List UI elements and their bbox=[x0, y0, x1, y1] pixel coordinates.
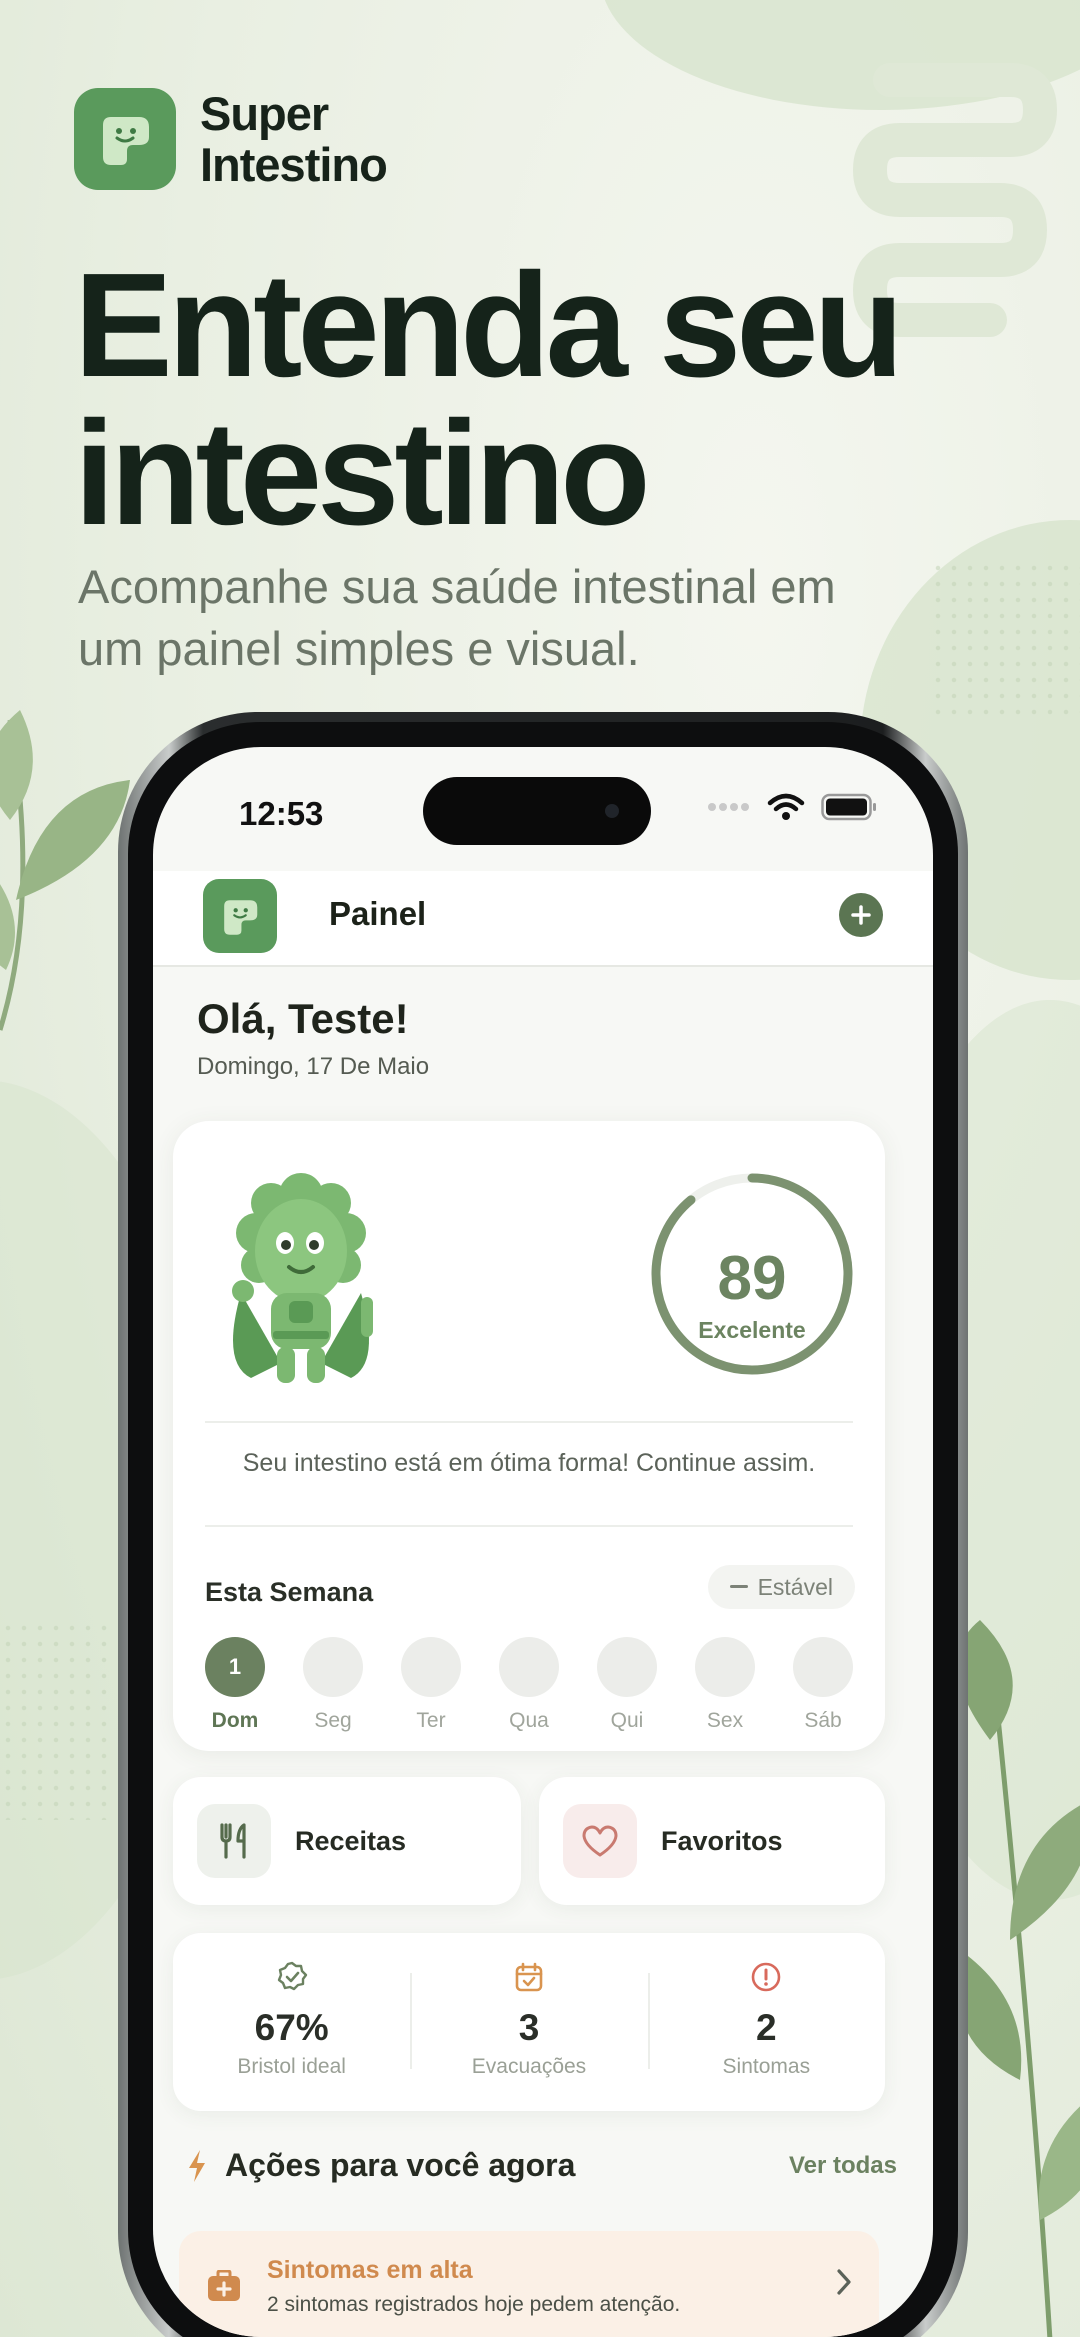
brand-name: Super Intestino bbox=[200, 87, 388, 191]
day-label: Seg bbox=[314, 1709, 352, 1732]
divider bbox=[205, 1421, 853, 1423]
stats-card: 67% Bristol ideal 3 Evacuações 2 Sintoma… bbox=[173, 1933, 885, 2111]
hero-title-line1: Entenda seu bbox=[74, 243, 904, 408]
score-value: 89 bbox=[717, 1244, 787, 1313]
alert-circle-icon bbox=[648, 1961, 885, 1995]
brand-name-line1: Super bbox=[200, 87, 329, 140]
stat-value: 67% bbox=[254, 2007, 329, 2048]
day-dot bbox=[597, 1637, 657, 1697]
day-dot bbox=[695, 1637, 755, 1697]
day-label: Qua bbox=[509, 1709, 549, 1732]
status-time: 12:53 bbox=[239, 795, 324, 832]
plus-circle-icon[interactable] bbox=[839, 893, 883, 937]
day-dot bbox=[793, 1637, 853, 1697]
score-card: 89 Excelente Seu intestino está em ótima… bbox=[173, 1121, 885, 1751]
leaf-decoration-icon bbox=[956, 1620, 1080, 2337]
header-title: Painel bbox=[329, 895, 427, 932]
day-item[interactable]: Sáb bbox=[793, 1637, 853, 1733]
fork-knife-icon bbox=[197, 1804, 271, 1878]
day-dot bbox=[499, 1637, 559, 1697]
greeting-title: Olá, Teste! bbox=[197, 995, 409, 1042]
actions-header: Ações para você agora Ver todas bbox=[187, 2147, 897, 2184]
battery-icon bbox=[821, 793, 876, 821]
stat-label: Bristol ideal bbox=[237, 2055, 346, 2078]
actions-title: Ações para você agora bbox=[225, 2147, 576, 2183]
signal-dots-icon bbox=[708, 803, 749, 811]
app-logo-icon bbox=[74, 88, 176, 190]
phone-screen: 12:53 Painel Olá, Teste! Domingo, 17 De … bbox=[153, 747, 933, 2337]
brand: Super Intestino bbox=[74, 87, 388, 191]
favorites-button[interactable]: Favoritos bbox=[539, 1777, 885, 1905]
day-item[interactable]: Qui bbox=[597, 1637, 657, 1733]
header-logo-icon[interactable] bbox=[203, 879, 277, 953]
divider bbox=[205, 1525, 853, 1527]
stat-evacuations[interactable]: 3 Evacuações bbox=[410, 1933, 647, 2111]
greeting-date: Domingo, 17 De Maio bbox=[197, 1053, 430, 1080]
hero-title-line2: intestino bbox=[74, 391, 651, 556]
dot-pattern bbox=[0, 1620, 110, 1820]
recipes-button[interactable]: Receitas bbox=[173, 1777, 521, 1905]
score-label: Excelente bbox=[698, 1317, 806, 1343]
first-aid-kit-icon bbox=[208, 2270, 240, 2301]
day-label: Ter bbox=[416, 1709, 446, 1732]
see-all-link[interactable]: Ver todas bbox=[789, 2152, 897, 2180]
score-message: Seu intestino está em ótima forma! Conti… bbox=[242, 1449, 816, 1477]
hero-subtitle: Acompanhe sua saúde intestinal em um pai… bbox=[78, 560, 836, 675]
trend-badge: Estável bbox=[707, 1565, 855, 1609]
phone-bezel: 12:53 Painel Olá, Teste! Domingo, 17 De … bbox=[128, 722, 958, 2337]
favorites-label: Favoritos bbox=[661, 1825, 783, 1856]
day-item[interactable]: 1 Dom bbox=[205, 1637, 265, 1733]
heart-icon bbox=[563, 1804, 637, 1878]
day-label: Sáb bbox=[804, 1709, 842, 1732]
stat-bristol[interactable]: 67% Bristol ideal bbox=[173, 1933, 410, 2111]
action-text: Sintomas em alta 2 sintomas registrados … bbox=[267, 2256, 680, 2317]
trend-label: Estável bbox=[757, 1573, 833, 1600]
day-item[interactable]: Seg bbox=[303, 1637, 363, 1733]
recipes-label: Receitas bbox=[295, 1825, 407, 1856]
hero-title: Entenda seu intestino bbox=[74, 243, 904, 556]
day-label: Dom bbox=[211, 1709, 259, 1732]
stat-label: Sintomas bbox=[722, 2055, 811, 2078]
minus-icon bbox=[729, 1585, 748, 1588]
chevron-right-icon bbox=[837, 2269, 851, 2295]
day-item[interactable]: Sex bbox=[695, 1637, 755, 1733]
lightning-icon bbox=[189, 2149, 205, 2182]
day-item[interactable]: Qua bbox=[499, 1637, 559, 1733]
mascot-illustration bbox=[232, 1173, 373, 1383]
day-dot bbox=[401, 1637, 461, 1697]
day-label: Qui bbox=[610, 1709, 644, 1732]
action-item[interactable]: Sintomas em alta 2 sintomas registrados … bbox=[179, 2231, 879, 2337]
stat-value: 3 bbox=[518, 2007, 540, 2048]
calendar-check-icon bbox=[410, 1961, 647, 1995]
action-description: 2 sintomas registrados hoje pedem atençã… bbox=[267, 2292, 681, 2316]
dynamic-island bbox=[423, 777, 651, 845]
check-badge-icon bbox=[173, 1961, 410, 1995]
dot-pattern bbox=[930, 560, 1080, 720]
day-label: Sex bbox=[706, 1709, 744, 1732]
day-dot: 1 bbox=[205, 1637, 265, 1697]
day-item[interactable]: Ter bbox=[401, 1637, 461, 1733]
stat-label: Evacuações bbox=[471, 2055, 587, 2078]
wifi-icon bbox=[767, 793, 805, 820]
stat-value: 2 bbox=[756, 2007, 777, 2048]
week-title: Esta Semana bbox=[205, 1577, 374, 1607]
phone-frame: 12:53 Painel Olá, Teste! Domingo, 17 De … bbox=[118, 712, 968, 2337]
stat-symptoms[interactable]: 2 Sintomas bbox=[647, 1933, 885, 2111]
app-header: Painel bbox=[153, 871, 933, 967]
week-days: 1 Dom Seg Ter Qua Qui Sex Sáb bbox=[205, 1637, 853, 1733]
day-dot bbox=[303, 1637, 363, 1697]
status-icons bbox=[707, 793, 877, 821]
action-title: Sintomas em alta bbox=[267, 2255, 473, 2284]
brand-name-line2: Intestino bbox=[200, 138, 388, 191]
